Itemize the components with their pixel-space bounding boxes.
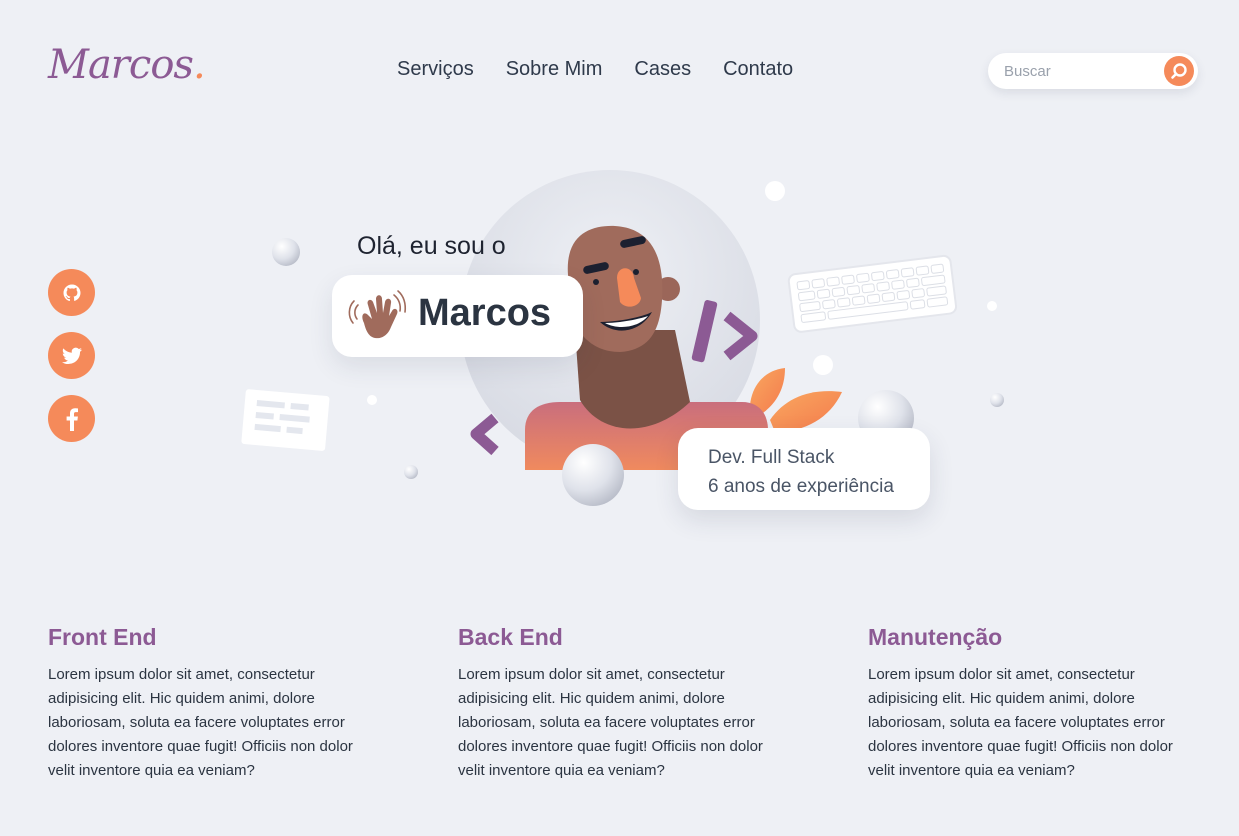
waving-hand-icon bbox=[348, 290, 407, 339]
hero-name: Marcos bbox=[418, 292, 552, 334]
paper-decoration bbox=[241, 389, 330, 451]
service-card-manutencao: Manutenção Lorem ipsum dolor sit amet, c… bbox=[868, 624, 1239, 783]
service-description: Lorem ipsum dolor sit amet, consectetur … bbox=[868, 666, 1173, 779]
hero-greeting: Olá, eu sou o bbox=[357, 232, 506, 260]
sphere-decoration bbox=[562, 444, 624, 506]
service-description: Lorem ipsum dolor sit amet, consectetur … bbox=[458, 666, 763, 779]
leaf-decoration bbox=[770, 391, 842, 432]
service-title: Front End bbox=[48, 624, 157, 650]
service-card-front-end: Front End Lorem ipsum dolor sit amet, co… bbox=[48, 624, 458, 783]
sphere-decoration bbox=[404, 465, 418, 479]
sphere-decoration bbox=[990, 393, 1004, 407]
sphere-decoration bbox=[272, 238, 300, 266]
service-card-back-end: Back End Lorem ipsum dolor sit amet, con… bbox=[458, 624, 868, 783]
hero-role: Dev. Full Stack bbox=[708, 447, 835, 468]
keyboard-illustration bbox=[787, 254, 958, 333]
service-title: Manutenção bbox=[868, 624, 1003, 650]
sphere-decoration bbox=[765, 181, 785, 201]
sphere-decoration bbox=[367, 395, 377, 405]
sphere-decoration bbox=[813, 355, 833, 375]
services-section: Front End Lorem ipsum dolor sit amet, co… bbox=[48, 624, 1239, 783]
name-card: Marcos bbox=[332, 275, 583, 357]
service-description: Lorem ipsum dolor sit amet, consectetur … bbox=[48, 666, 353, 779]
code-bracket-icon bbox=[470, 413, 499, 456]
sphere-decoration bbox=[987, 301, 997, 311]
hero-experience: 6 anos de experiência bbox=[708, 476, 894, 497]
service-title: Back End bbox=[458, 624, 563, 650]
role-card: Dev. Full Stack 6 anos de experiência bbox=[678, 428, 930, 510]
